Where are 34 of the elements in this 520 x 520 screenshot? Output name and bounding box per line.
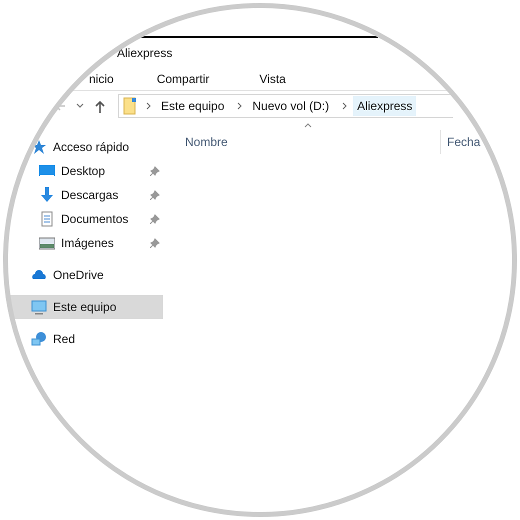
sidebar-item[interactable]: Imágenes <box>3 231 163 255</box>
ribbon-tab[interactable]: nicio <box>86 72 117 86</box>
sidebar-item[interactable]: Red <box>3 327 163 351</box>
breadcrumb[interactable]: Nuevo vol (D:) <box>248 96 334 116</box>
sidebar-item[interactable]: Desktop <box>3 159 163 183</box>
pin-icon[interactable] <box>150 166 160 176</box>
window-title: Aliexpress <box>117 46 172 60</box>
breadcrumb[interactable]: Este equipo <box>157 96 228 116</box>
document-icon <box>39 211 55 227</box>
star-icon <box>31 139 47 155</box>
pin-icon[interactable] <box>150 238 160 248</box>
column-header[interactable]: Nombre <box>185 135 440 149</box>
pin-icon[interactable] <box>150 190 160 200</box>
down-arrow-icon <box>39 187 55 203</box>
ribbon-tab[interactable]: Vista <box>256 72 289 86</box>
breadcrumb[interactable]: Aliexpress <box>353 96 416 116</box>
monitor-icon <box>39 163 55 179</box>
chevron-icon <box>237 102 242 110</box>
dropdown-caret-icon[interactable] <box>76 103 84 109</box>
column-header[interactable]: Fecha <box>440 130 480 154</box>
sidebar-item[interactable]: Acceso rápido <box>3 135 163 159</box>
sort-caret-icon <box>304 123 312 128</box>
address-bar[interactable]: Este equipo Nuevo vol (D:) Aliexpress <box>118 94 453 118</box>
pin-icon[interactable] <box>150 214 160 224</box>
sidebar-item[interactable]: Descargas <box>3 183 163 207</box>
sidebar-item[interactable]: OneDrive <box>3 263 163 287</box>
ribbon-tab[interactable]: Compartir <box>154 72 212 86</box>
up-arrow-icon[interactable] <box>94 100 106 112</box>
chevron-icon <box>342 102 348 110</box>
sidebar-item[interactable]: Documentos <box>3 207 163 231</box>
chevron-icon <box>146 102 151 110</box>
folder-icon <box>123 97 137 115</box>
picture-icon <box>39 235 55 251</box>
computer-icon <box>31 299 47 315</box>
